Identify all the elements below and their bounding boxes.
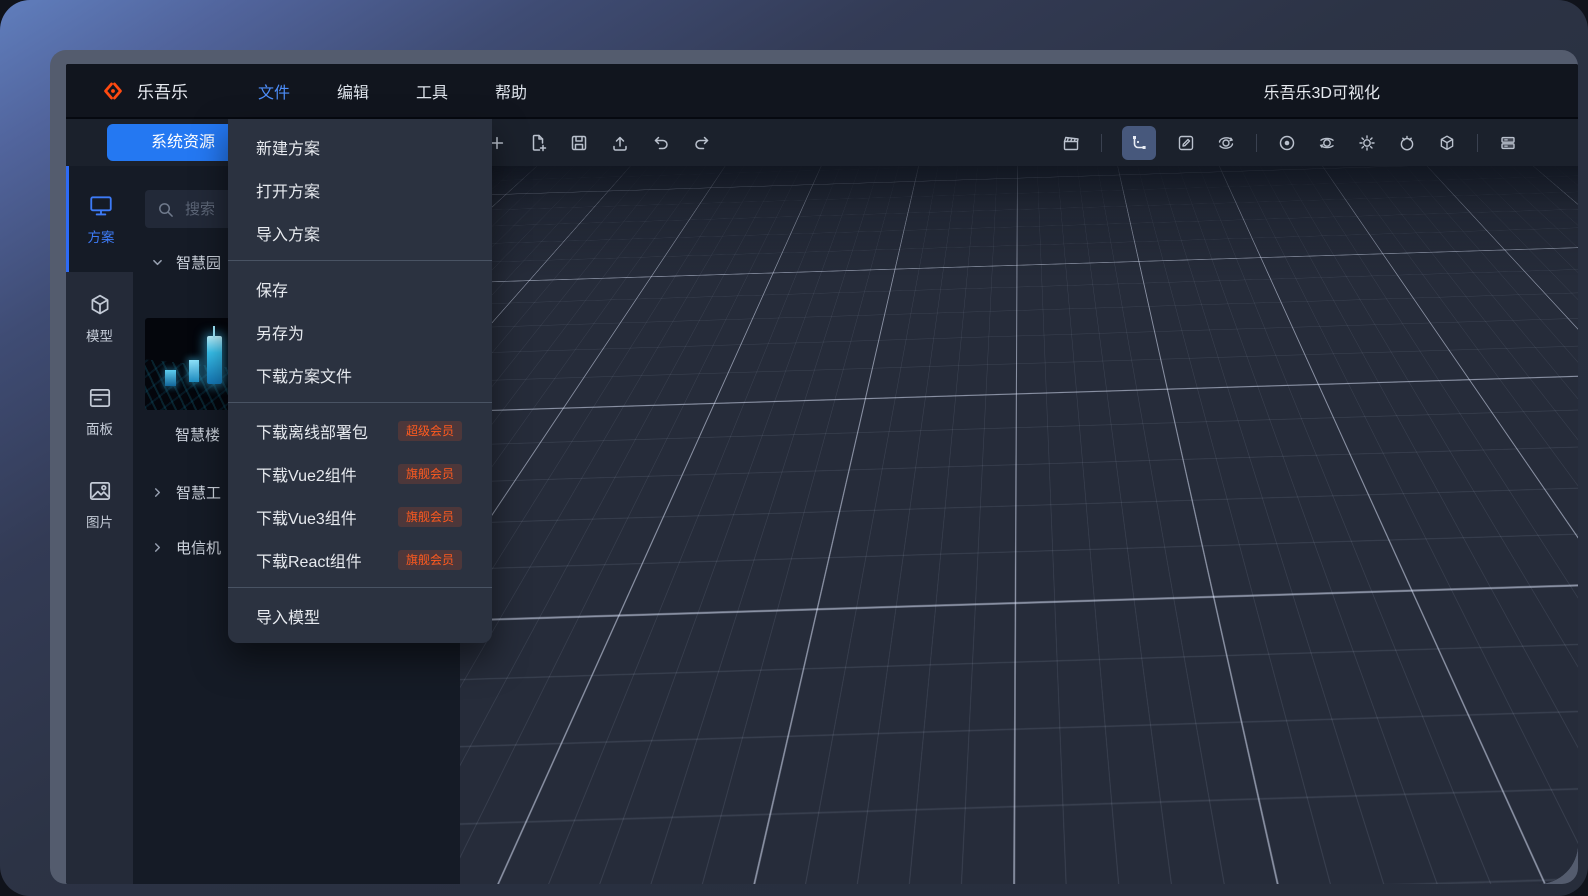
toolbar-divider bbox=[1101, 134, 1102, 152]
panel-icon bbox=[87, 385, 113, 411]
menu-item-download-vue2[interactable]: 下载Vue2组件 旗舰会员 bbox=[228, 452, 492, 495]
server-layout-icon[interactable] bbox=[1498, 133, 1518, 153]
menu-item-download-react[interactable]: 下载React组件 旗舰会员 bbox=[228, 538, 492, 581]
tree-group-label: 智慧工 bbox=[176, 482, 221, 503]
sidebar-tab-label: 图片 bbox=[86, 511, 113, 531]
grid-perspective bbox=[460, 166, 1578, 884]
clapperboard-icon[interactable] bbox=[1061, 133, 1081, 153]
menu-item-save-as[interactable]: 另存为 bbox=[228, 310, 492, 353]
focus-ring-icon[interactable] bbox=[1277, 133, 1297, 153]
menu-item-label: 打开方案 bbox=[256, 178, 320, 202]
monitor-icon bbox=[88, 193, 114, 219]
sidebar-tab-image[interactable]: 图片 bbox=[66, 458, 133, 551]
new-file-icon[interactable] bbox=[528, 133, 548, 153]
thumbnail-antenna bbox=[213, 326, 215, 338]
toolbar-right-icons bbox=[1061, 119, 1518, 166]
chevron-right-icon bbox=[151, 541, 164, 554]
menu-item-open-plan[interactable]: 打开方案 bbox=[228, 168, 492, 211]
menu-tools[interactable]: 工具 bbox=[416, 79, 448, 103]
tree-group-label: 电信机 bbox=[176, 537, 221, 558]
menu-item-download-offline-package[interactable]: 下载离线部署包 超级会员 bbox=[228, 409, 492, 452]
menu-item-label: 下载方案文件 bbox=[256, 363, 352, 387]
menu-item-label: 另存为 bbox=[256, 320, 304, 344]
tree-group-smart-park[interactable]: 智慧园 bbox=[151, 248, 221, 276]
alarm-icon[interactable] bbox=[1397, 133, 1417, 153]
save-icon[interactable] bbox=[569, 133, 589, 153]
smart-building-thumbnail[interactable] bbox=[145, 318, 241, 410]
menu-item-import-plan[interactable]: 导入方案 bbox=[228, 211, 492, 254]
menu-item-save[interactable]: 保存 bbox=[228, 267, 492, 310]
membership-badge: 旗舰会员 bbox=[398, 507, 462, 527]
tree-group-telecom-room[interactable]: 电信机 bbox=[151, 533, 221, 561]
toolbar-divider bbox=[1256, 134, 1257, 152]
sidebar-tab-label: 方案 bbox=[88, 226, 115, 246]
menu-edit[interactable]: 编辑 bbox=[337, 79, 369, 103]
menu-item-label: 导入模型 bbox=[256, 604, 320, 628]
brand: 乐吾乐 bbox=[100, 78, 188, 104]
membership-badge: 超级会员 bbox=[398, 421, 462, 441]
toolbar-left-icons bbox=[487, 119, 712, 166]
chevron-down-icon bbox=[151, 256, 164, 269]
redo-icon[interactable] bbox=[692, 133, 712, 153]
logo-icon bbox=[100, 78, 126, 104]
thumbnail-label: 智慧楼 bbox=[175, 424, 220, 445]
thumbnail-building bbox=[189, 360, 199, 382]
orbit-camera-icon[interactable] bbox=[1317, 133, 1337, 153]
menu-item-label: 导入方案 bbox=[256, 221, 320, 245]
rotate-3d-icon[interactable] bbox=[1216, 133, 1236, 153]
membership-badge: 旗舰会员 bbox=[398, 464, 462, 484]
brand-name: 乐吾乐 bbox=[137, 78, 188, 103]
menu-item-label: 下载离线部署包 bbox=[256, 419, 368, 443]
menu-item-label: 下载Vue3组件 bbox=[256, 505, 357, 529]
menu-item-label: 下载React组件 bbox=[256, 548, 362, 572]
menu-item-label: 新建方案 bbox=[256, 135, 320, 159]
thumbnail-building bbox=[165, 370, 176, 386]
cube-icon bbox=[87, 292, 113, 318]
tree-group-smart-factory[interactable]: 智慧工 bbox=[151, 478, 221, 506]
axis-tool-button-active[interactable] bbox=[1122, 126, 1156, 160]
membership-badge: 旗舰会员 bbox=[398, 550, 462, 570]
file-dropdown-menu: 新建方案 打开方案 导入方案 保存 另存为 下载方案文件 下载离线部署包 超级会… bbox=[228, 119, 492, 643]
sidebar-tab-plan[interactable]: 方案 bbox=[66, 166, 133, 272]
search-icon bbox=[157, 201, 174, 218]
menu-item-label: 保存 bbox=[256, 277, 288, 301]
app-title: 乐吾乐3D可视化 bbox=[1264, 79, 1380, 103]
image-icon bbox=[87, 478, 113, 504]
3d-viewport[interactable] bbox=[460, 166, 1578, 884]
menu-item-new-plan[interactable]: 新建方案 bbox=[228, 125, 492, 168]
upload-icon[interactable] bbox=[610, 133, 630, 153]
menu-file[interactable]: 文件 bbox=[258, 79, 290, 103]
thumbnail-building bbox=[207, 336, 222, 384]
sidebar-tab-panel[interactable]: 面板 bbox=[66, 365, 133, 458]
sun-light-icon[interactable] bbox=[1357, 133, 1377, 153]
desktop-background: 乐吾乐 文件 编辑 工具 帮助 乐吾乐3D可视化 系统资源 bbox=[0, 0, 1588, 896]
menu-divider bbox=[228, 587, 492, 588]
sidebar: 方案 模型 面板 bbox=[66, 166, 133, 884]
cube-3d-icon[interactable] bbox=[1437, 133, 1457, 153]
menu-item-download-plan-file[interactable]: 下载方案文件 bbox=[228, 353, 492, 396]
menu-item-label: 下载Vue2组件 bbox=[256, 462, 357, 486]
menu-item-download-vue3[interactable]: 下载Vue3组件 旗舰会员 bbox=[228, 495, 492, 538]
menu-divider bbox=[228, 402, 492, 403]
tree-group-label: 智慧园 bbox=[176, 252, 221, 273]
undo-icon[interactable] bbox=[651, 133, 671, 153]
grid-tilt bbox=[460, 166, 1578, 884]
pen-edit-icon[interactable] bbox=[1176, 133, 1196, 153]
menu-items: 文件 编辑 工具 帮助 bbox=[258, 79, 527, 103]
menu-help[interactable]: 帮助 bbox=[495, 79, 527, 103]
sidebar-tab-label: 面板 bbox=[86, 418, 113, 438]
menu-divider bbox=[228, 260, 492, 261]
menu-item-import-model[interactable]: 导入模型 bbox=[228, 594, 492, 637]
toolbar-divider bbox=[1477, 134, 1478, 152]
menu-bar: 乐吾乐 文件 编辑 工具 帮助 乐吾乐3D可视化 bbox=[66, 64, 1578, 119]
chevron-right-icon bbox=[151, 486, 164, 499]
sidebar-tab-model[interactable]: 模型 bbox=[66, 272, 133, 365]
sidebar-tab-label: 模型 bbox=[86, 325, 113, 345]
